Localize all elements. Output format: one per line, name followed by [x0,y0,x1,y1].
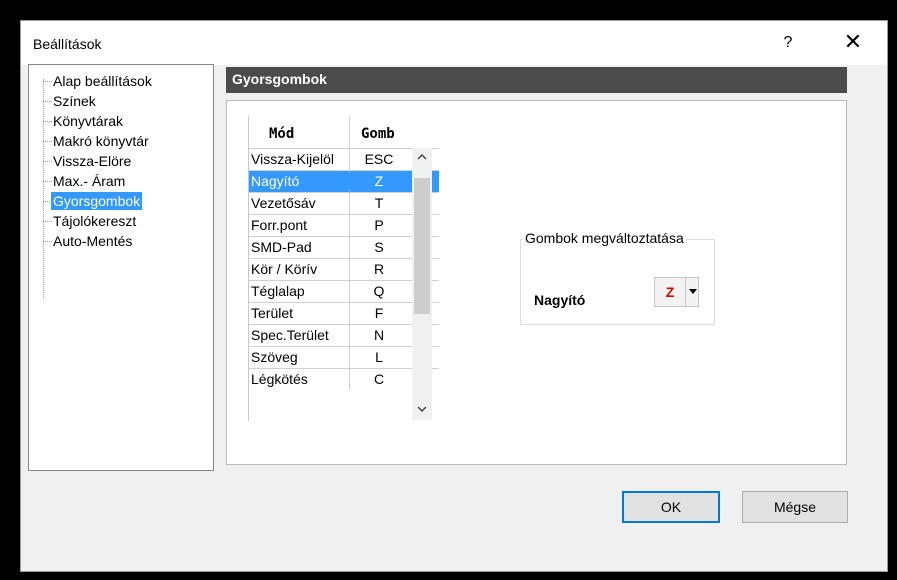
settings-tree[interactable]: Alap beállítások Színek Könyvtárak Makró… [28,64,214,471]
grid-scrollbar[interactable] [412,148,432,420]
title-bar: Beállítások ? ✕ [21,21,887,65]
chevron-up-icon[interactable] [412,148,432,168]
cell-gomb: N [373,327,385,343]
table-row[interactable]: Vezetősáv T [249,192,439,214]
tree-item-label: Könyvtárak [53,113,124,129]
key-select-value: Z [665,284,675,300]
table-row[interactable]: Szöveg L [249,346,439,368]
tree-item-label: Színek [53,93,96,109]
column-header-gomb[interactable]: Gomb [361,126,395,142]
cell-gomb: R [373,261,385,277]
cell-gomb: C [373,371,385,387]
chevron-down-icon[interactable] [412,400,432,420]
tree-item-konyvtarak[interactable]: Könyvtárak [29,111,215,131]
tree-item-label: Tájolókereszt [53,213,137,229]
cell-gomb: Z [349,173,409,189]
cell-mod: Nagyító [251,173,300,189]
close-button[interactable]: ✕ [839,30,867,56]
cell-mod: Vissza-Kijelöl [251,151,334,167]
cell-gomb: Q [373,283,385,299]
cell-mod: Légkötés [251,371,308,387]
section-header: Gyorsgombok [226,67,847,93]
tree-item-max-aram[interactable]: Max.- Áram [29,171,215,191]
tree-item-makro-konyvtar[interactable]: Makró könyvtár [29,131,215,151]
cell-gomb: T [374,195,384,211]
change-key-group-title: Gombok megváltoztatása [523,230,686,246]
table-row[interactable]: Téglalap Q [249,280,439,302]
selected-mode-label: Nagyító [534,292,586,308]
cell-gomb: F [374,305,384,321]
cell-mod: Szöveg [251,349,298,365]
tree-item-label: Makró könyvtár [53,133,149,149]
cancel-button[interactable]: Mégse [742,491,848,523]
cell-gomb: S [374,239,384,255]
table-row[interactable]: Forr.pont P [249,214,439,236]
cell-gomb: L [375,349,383,365]
tree-item-label: Alap beállítások [53,73,152,89]
tree-item-label: Vissza-Elöre [53,153,132,169]
dropdown-arrow-icon[interactable] [685,278,700,306]
window-title: Beállítások [33,36,102,52]
table-row[interactable]: Vissza-Kijelöl ESC [249,148,439,170]
shortcut-grid[interactable]: Mód Gomb Vissza-Kijelöl ESC Nagyító Z Ve… [248,116,439,421]
cell-gomb: ESC [364,151,394,167]
tree-item-tajolokereszt[interactable]: Tájolókereszt [29,211,215,231]
tree-item-szinek[interactable]: Színek [29,91,215,111]
cell-mod: Kör / Körív [251,261,318,277]
help-button[interactable]: ? [779,34,797,52]
cell-mod: SMD-Pad [251,239,312,255]
key-select[interactable]: Z [654,277,699,307]
cell-mod: Spec.Terület [251,327,329,343]
column-header-mod[interactable]: Mód [269,126,294,142]
tree-item-alap-beallitasok[interactable]: Alap beállítások [29,71,215,91]
cell-mod: Terület [251,305,294,321]
tree-item-label: Max.- Áram [53,173,126,189]
scrollbar-thumb[interactable] [414,178,430,314]
tree-item-label: Gyorsgombok [51,192,143,210]
section-title: Gyorsgombok [232,71,327,87]
table-row[interactable]: SMD-Pad S [249,236,439,258]
tree-item-auto-mentes[interactable]: Auto-Mentés [29,231,215,251]
cell-mod: Téglalap [251,283,305,299]
cell-gomb: P [374,217,384,233]
grid-header: Mód Gomb [249,116,439,148]
cell-mod: Vezetősáv [251,195,316,211]
table-row[interactable]: Spec.Terület N [249,324,439,346]
tree-item-gyorsgombok[interactable]: Gyorsgombok [29,191,215,211]
ok-button[interactable]: OK [622,491,720,523]
table-row[interactable]: Kör / Körív R [249,258,439,280]
tree-item-label: Auto-Mentés [53,233,133,249]
tree-item-vissza-elore[interactable]: Vissza-Elöre [29,151,215,171]
cell-mod: Forr.pont [251,217,308,233]
table-row[interactable]: Terület F [249,302,439,324]
table-row[interactable]: Légkötés C [249,368,439,390]
table-row[interactable]: Nagyító Z [249,170,439,192]
